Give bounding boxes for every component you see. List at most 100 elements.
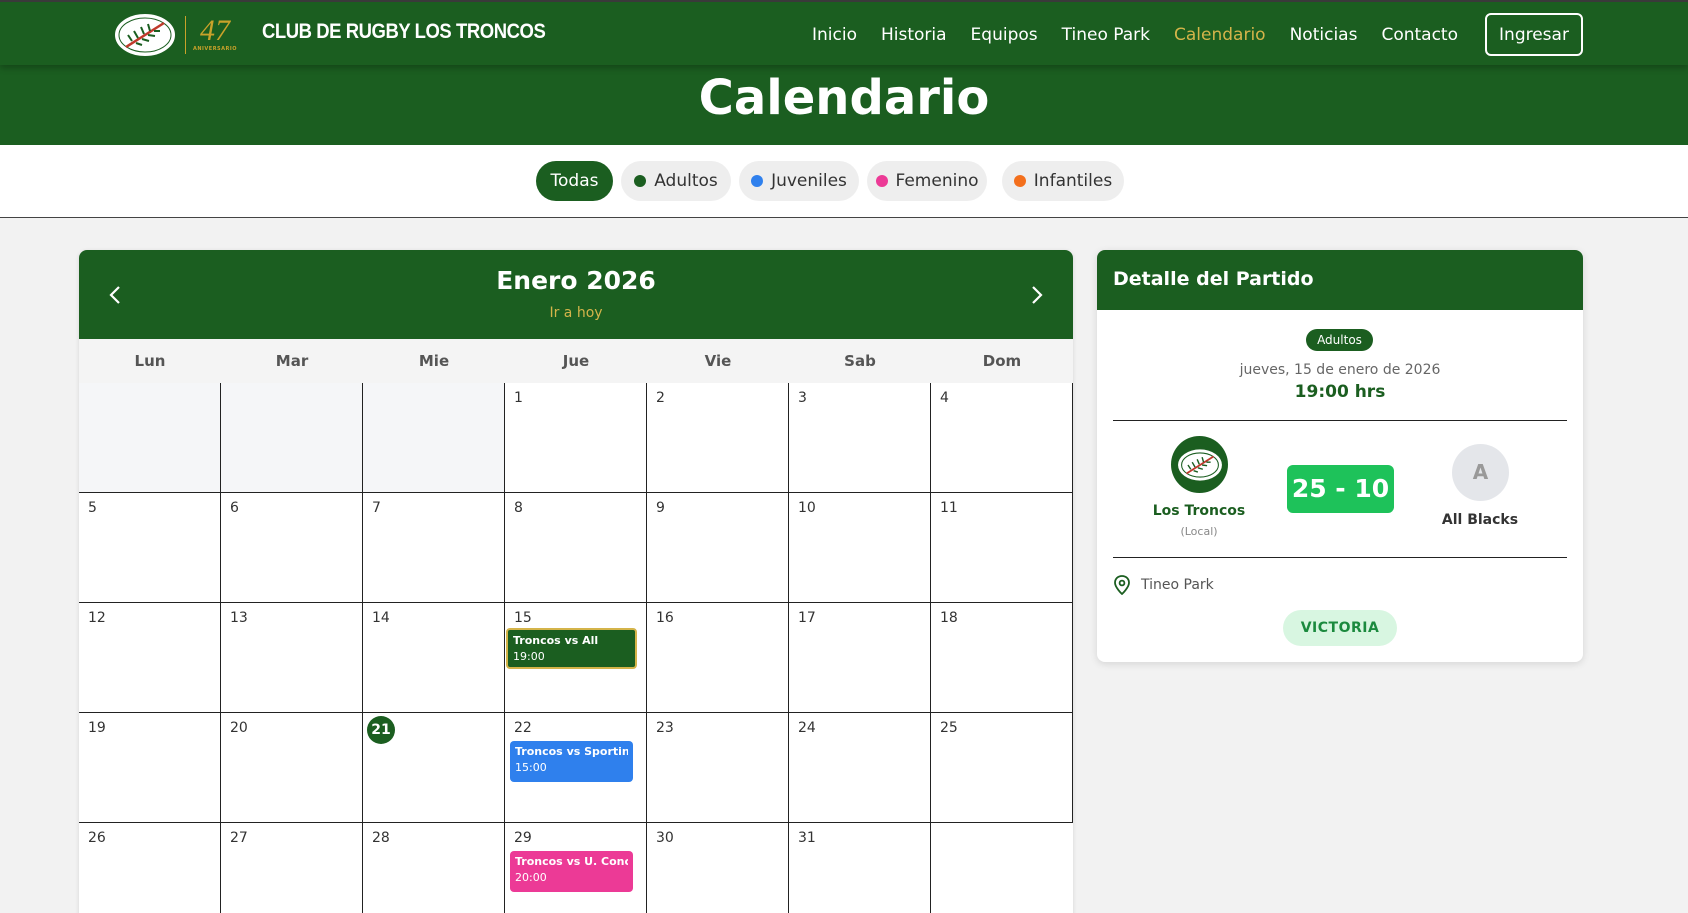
calendar-empty-cell [221, 383, 363, 493]
calendar-day-cell[interactable]: 6 [221, 493, 363, 603]
filter-infantiles[interactable]: Infantiles [1002, 161, 1124, 201]
calendar-day-cell[interactable]: 16 [647, 603, 789, 713]
filter-label: Femenino [895, 171, 979, 191]
filter-femenino[interactable]: Femenino [867, 161, 987, 201]
nav-link-contacto[interactable]: Contacto [1381, 25, 1458, 45]
calendar-day-cell[interactable]: 11 [931, 493, 1073, 603]
calendar-day-cell[interactable]: 7 [363, 493, 505, 603]
calendar-day-cell[interactable]: 22 Troncos vs Sporting 15:00 [505, 713, 647, 823]
filter-label: Infantiles [1033, 171, 1113, 191]
calendar-day-cell[interactable]: 27 [221, 823, 363, 913]
calendar-day-cell[interactable]: 12 [79, 603, 221, 713]
calendar-month-title: Enero 2026 [496, 266, 656, 295]
day-number: 19 [88, 720, 106, 736]
day-number: 6 [230, 500, 239, 516]
nav-link-tineo-park[interactable]: Tineo Park [1062, 25, 1150, 45]
calendar-day-cell[interactable]: 15 Troncos vs All 19:00 [505, 603, 647, 713]
match-score: 25 - 10 [1287, 465, 1394, 513]
calendar-day-cell[interactable]: 30 [647, 823, 789, 913]
calendar-event[interactable]: Troncos vs U. Conce 20:00 [510, 851, 633, 892]
calendar-day-cell[interactable]: 1 [505, 383, 647, 493]
day-number: 30 [656, 830, 674, 846]
match-time: 19:00 hrs [1294, 382, 1386, 402]
calendar-day-cell[interactable]: 18 [931, 603, 1073, 713]
filter-adultos[interactable]: Adultos [621, 161, 731, 201]
calendar-day-cell[interactable]: 25 [931, 713, 1073, 823]
calendar-day-cell[interactable]: 3 [789, 383, 931, 493]
logo-divider [185, 16, 186, 54]
weekday-label: Dom [982, 352, 1022, 370]
page-title: Calendario [698, 70, 990, 126]
calendar-day-cell[interactable]: 24 [789, 713, 931, 823]
weekday-header-row: Lun Mar Mie Jue Vie Sab Dom [79, 339, 1073, 383]
day-number: 13 [230, 610, 248, 626]
rugby-ball-logo-icon [1177, 448, 1222, 481]
event-title: Troncos vs U. Conce [515, 855, 628, 868]
calendar-day-cell[interactable]: 2 [647, 383, 789, 493]
calendar-day-cell[interactable]: 13 [221, 603, 363, 713]
calendar-day-cell[interactable]: 28 [363, 823, 505, 913]
day-number: 10 [798, 500, 816, 516]
calendar-header: Enero 2026 Ir a hoy [79, 250, 1073, 339]
filter-label: Adultos [654, 171, 718, 191]
day-number: 22 [514, 720, 532, 736]
page-hero: Calendario [0, 65, 1688, 145]
calendar-event[interactable]: Troncos vs Sporting 15:00 [510, 741, 633, 782]
category-dot-icon [751, 175, 764, 187]
match-detail-panel: Detalle del Partido Adultos jueves, 15 d… [1097, 250, 1583, 662]
calendar-event[interactable]: Troncos vs All 19:00 [506, 628, 637, 669]
match-venue: Tineo Park [1141, 577, 1214, 593]
nav-link-historia[interactable]: Historia [881, 25, 947, 45]
nav-link-calendario[interactable]: Calendario [1174, 25, 1266, 45]
nav-link-inicio[interactable]: Inicio [812, 25, 857, 45]
weekday-label: Lun [134, 352, 166, 370]
detail-header: Detalle del Partido [1097, 250, 1583, 310]
calendar-day-cell[interactable]: 19 [79, 713, 221, 823]
calendar-day-cell[interactable]: 21 [363, 713, 505, 823]
anniversary-number: 47 [200, 14, 230, 47]
calendar: Enero 2026 Ir a hoy Lun Mar Mie Jue Vie Sab Do… [79, 250, 1073, 913]
filter-juveniles[interactable]: Juveniles [739, 161, 859, 201]
day-number: 8 [514, 500, 523, 516]
calendar-day-cell[interactable]: 26 [79, 823, 221, 913]
calendar-day-cell[interactable]: 17 [789, 603, 931, 713]
calendar-day-cell[interactable]: 10 [789, 493, 931, 603]
go-to-today-link[interactable]: Ir a hoy [79, 305, 1073, 321]
category-filter-bar: Todas Adultos Juveniles Femenino Infantiles [0, 145, 1688, 218]
weekday-label: Vie [704, 352, 732, 370]
login-button[interactable]: Ingresar [1485, 13, 1583, 56]
calendar-day-cell[interactable]: 8 [505, 493, 647, 603]
calendar-day-cell[interactable]: 31 [789, 823, 931, 913]
day-number: 14 [372, 610, 390, 626]
event-time: 15:00 [515, 761, 547, 774]
calendar-day-cell[interactable]: 4 [931, 383, 1073, 493]
day-number: 26 [88, 830, 106, 846]
calendar-day-cell[interactable]: 14 [363, 603, 505, 713]
detail-title: Detalle del Partido [1113, 268, 1314, 290]
day-number: 7 [372, 500, 381, 516]
calendar-day-cell[interactable]: 5 [79, 493, 221, 603]
category-dot-icon [1013, 175, 1026, 187]
filter-label: Todas [550, 171, 599, 191]
today-day-number: 21 [367, 716, 395, 744]
nav-links: Inicio Historia Equipos Tineo Park Calendari… [788, 2, 1458, 67]
filter-todas[interactable]: Todas [536, 161, 613, 201]
nav-link-noticias[interactable]: Noticias [1290, 25, 1358, 45]
calendar-day-cell[interactable]: 20 [221, 713, 363, 823]
event-title: Troncos vs All [513, 634, 599, 647]
event-title: Troncos vs Sporting [515, 745, 628, 758]
calendar-day-cell[interactable]: 29 Troncos vs U. Conce 20:00 [505, 823, 647, 913]
event-time: 20:00 [515, 871, 547, 884]
anniversary-label: ANIVERSARIO [193, 46, 237, 52]
club-name[interactable]: CLUB DE RUGBY LOS TRONCOS [262, 20, 546, 44]
match-result-badge: VICTORIA [1283, 610, 1397, 646]
day-number: 31 [798, 830, 816, 846]
nav-link-equipos[interactable]: Equipos [971, 25, 1038, 45]
day-number: 12 [88, 610, 106, 626]
next-month-button[interactable] [1022, 280, 1052, 310]
calendar-day-cell[interactable]: 23 [647, 713, 789, 823]
club-logo[interactable] [112, 11, 178, 59]
day-number: 27 [230, 830, 248, 846]
calendar-day-cell[interactable]: 9 [647, 493, 789, 603]
day-number: 23 [656, 720, 674, 736]
